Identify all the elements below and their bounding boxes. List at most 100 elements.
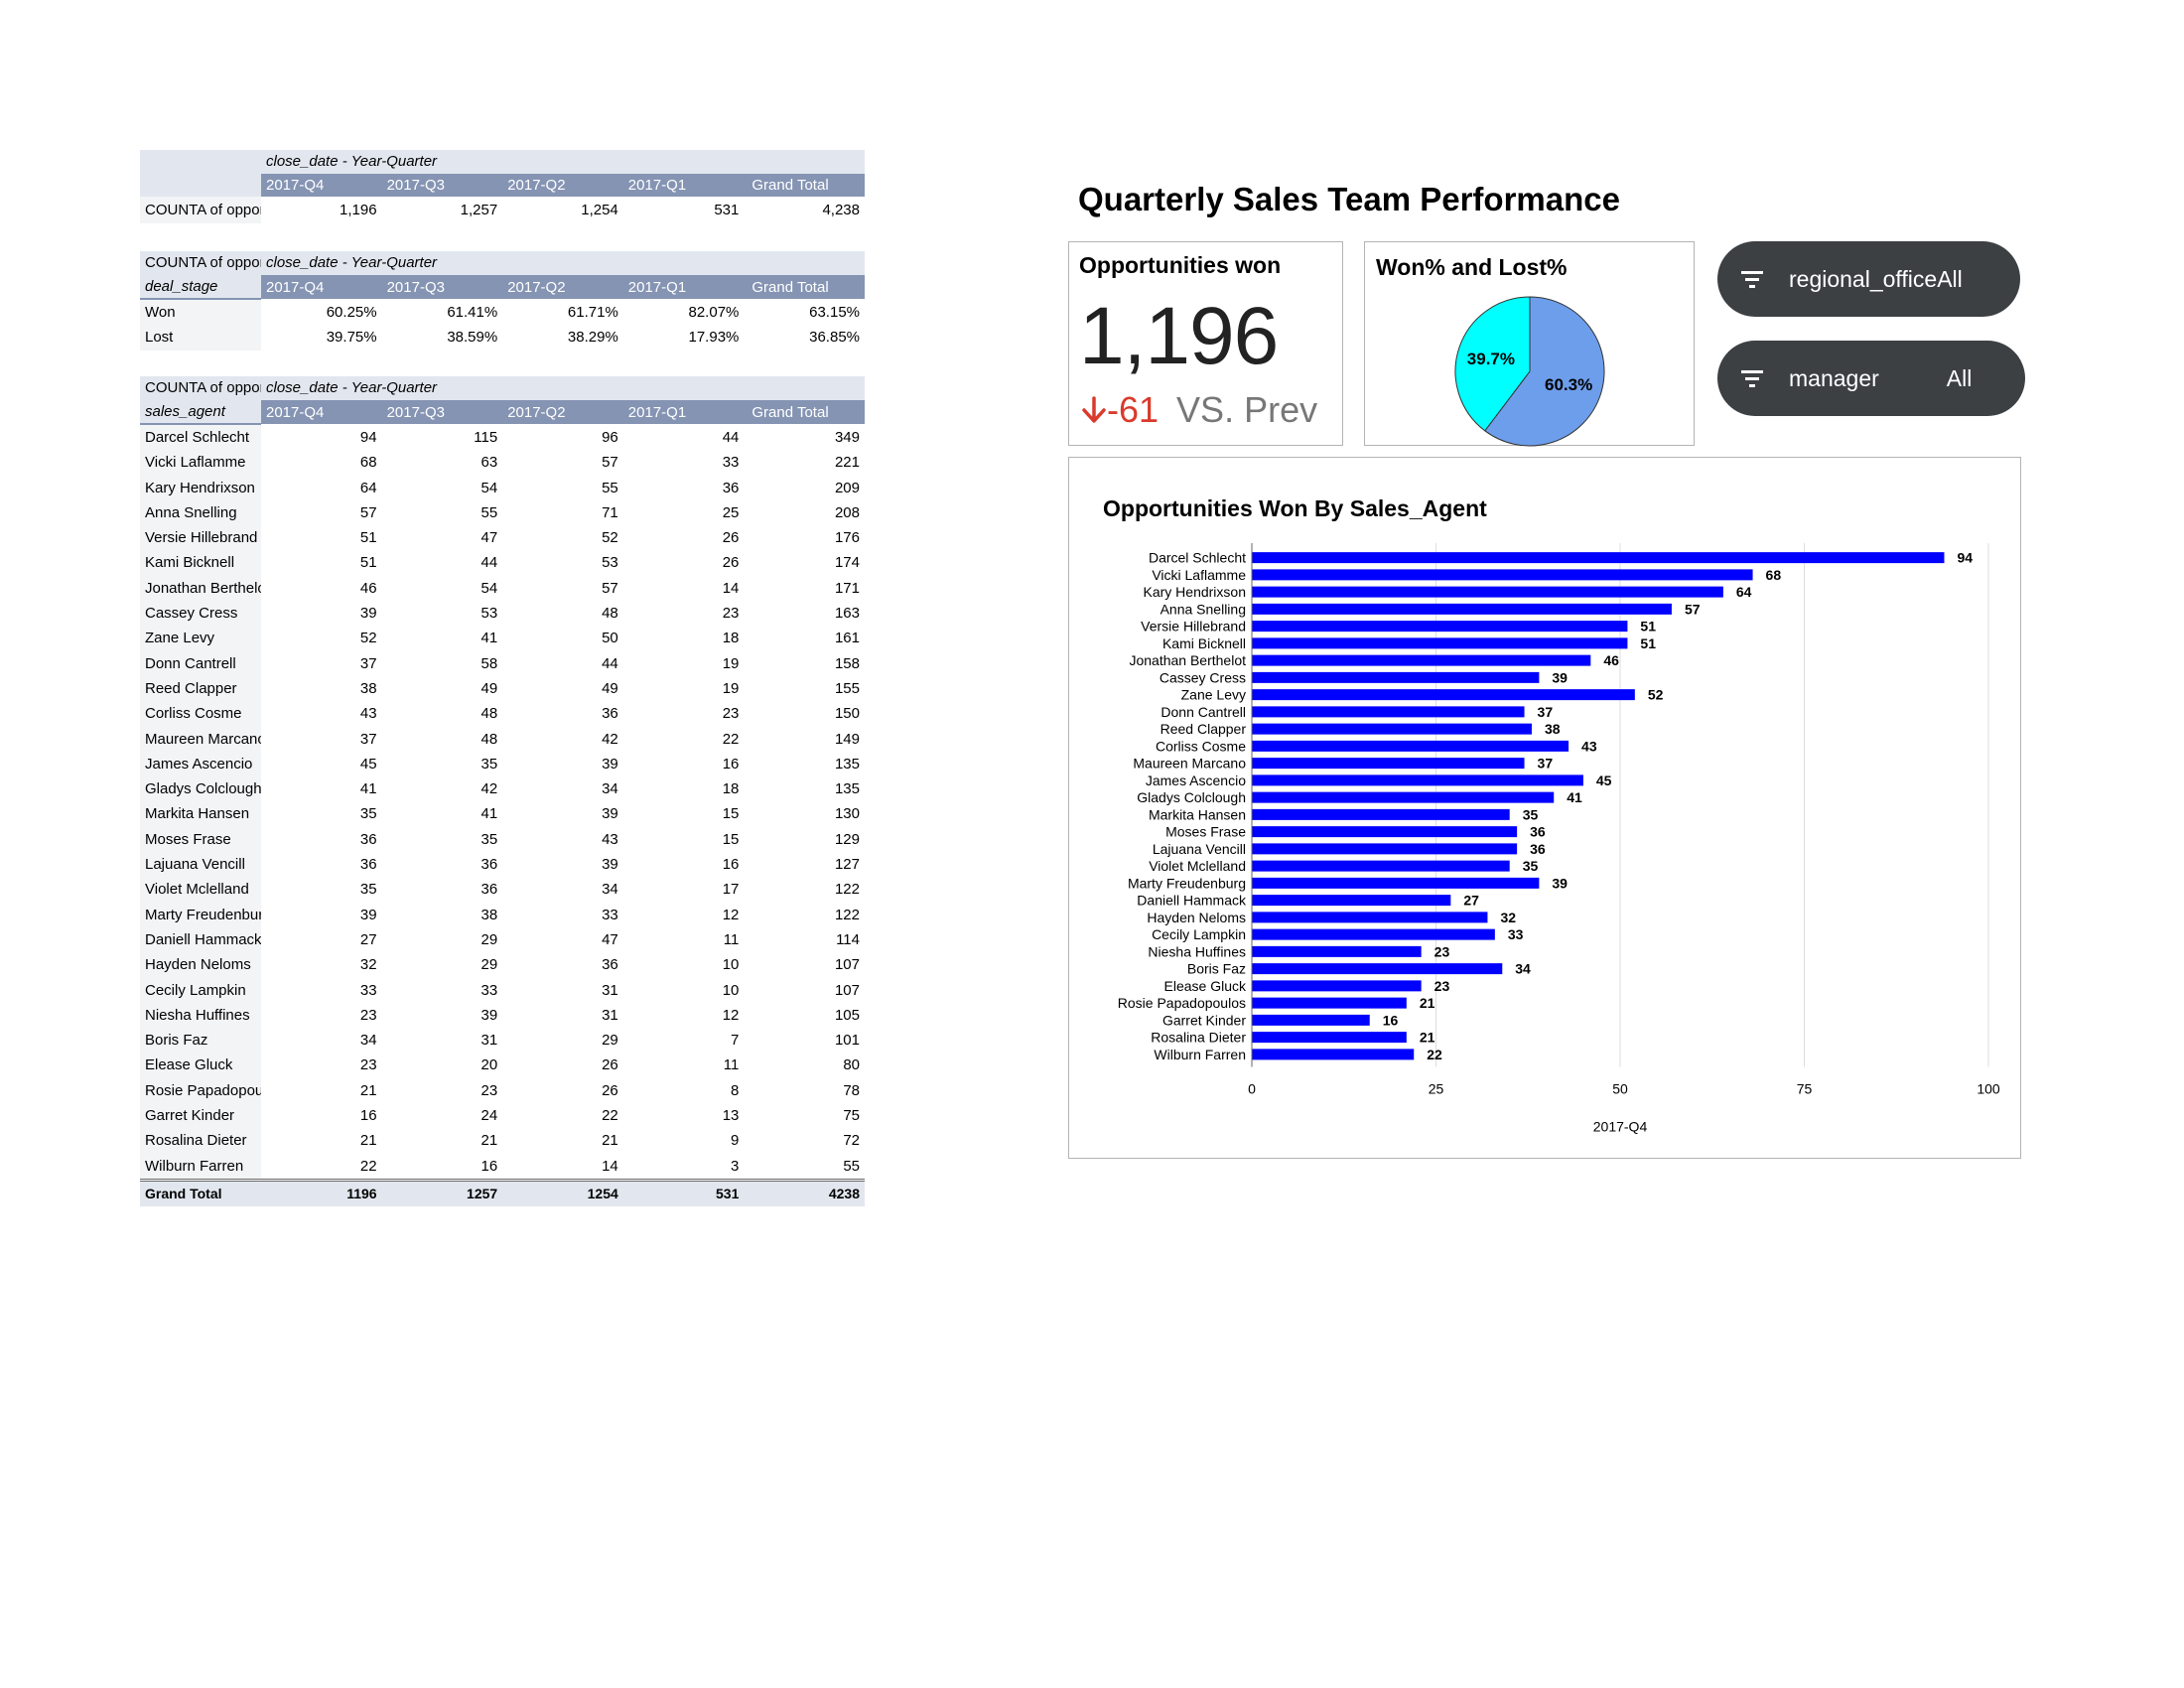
cell-value: 21 xyxy=(359,1081,377,1099)
cell-value: 13 xyxy=(722,1107,740,1125)
row-label: Cecily Lampkin xyxy=(140,977,261,1003)
cell-value: 29 xyxy=(480,956,498,974)
filter-name: regional_office xyxy=(1789,265,1938,292)
column-header: 2017-Q4 xyxy=(261,400,382,424)
x-tick-label: 100 xyxy=(1977,1081,2000,1097)
bar-data-label: 22 xyxy=(1427,1047,1442,1062)
cell-value: 57 xyxy=(602,579,618,597)
y-tick-label: Hayden Neloms xyxy=(1147,910,1246,925)
cell-value: 20 xyxy=(480,1056,498,1074)
bar xyxy=(1252,586,1723,598)
cell-value: 43 xyxy=(602,830,618,848)
cell-value: 60.25% xyxy=(326,303,377,321)
cell-value: 37 xyxy=(359,654,377,672)
filter-value: All xyxy=(1937,265,1963,292)
row-label: Kary Hendrixson xyxy=(140,475,261,500)
cell-value: 94 xyxy=(359,428,377,446)
cell-value: 10 xyxy=(722,956,740,974)
kpi-card: Opportunities won 1,196 -61 VS. Prev xyxy=(1068,241,1343,446)
bar xyxy=(1252,826,1518,838)
table-row: Corliss Cosme 43 48 36 23 150 xyxy=(140,701,865,727)
cell-value: 46 xyxy=(359,579,377,597)
cell-value: 17 xyxy=(722,881,740,899)
cell-value: 23 xyxy=(722,605,740,623)
row-label: Lost xyxy=(140,325,261,351)
cell-value: 127 xyxy=(834,856,860,874)
cell-value: 16 xyxy=(480,1157,498,1175)
bar-data-label: 38 xyxy=(1545,721,1561,737)
y-tick-label: Versie Hillebrand xyxy=(1141,619,1246,634)
y-tick-label: Cassey Cress xyxy=(1160,669,1246,685)
cell-value: 174 xyxy=(834,554,860,572)
kpi-delta: -61 VS. Prev xyxy=(1081,389,1317,431)
cell-value: 21 xyxy=(359,1132,377,1150)
cell-value: 33 xyxy=(722,454,740,472)
bar-data-label: 36 xyxy=(1530,824,1546,840)
table-row: Garret Kinder 16 24 22 13 75 xyxy=(140,1103,865,1129)
cell-value: 11 xyxy=(723,1056,740,1074)
x-tick-label: 75 xyxy=(1797,1081,1813,1097)
cell-value: 1196 xyxy=(261,1178,382,1206)
y-tick-label: Rosie Papadopoulos xyxy=(1118,995,1246,1011)
cell-value: 71 xyxy=(602,503,618,521)
row-label: Marty Freudenburg xyxy=(140,902,261,927)
cell-value: 25 xyxy=(722,503,740,521)
bar xyxy=(1252,912,1488,923)
bar xyxy=(1252,723,1532,735)
row-label: Moses Frase xyxy=(140,826,261,853)
won-lost-pie-chart: 60.3% 39.7% xyxy=(1454,296,1605,447)
cell-value: 39 xyxy=(359,605,377,623)
cell-value: 44 xyxy=(480,554,498,572)
bar xyxy=(1252,980,1422,992)
cell-value: 105 xyxy=(834,1006,860,1024)
bar-data-label: 64 xyxy=(1736,584,1752,600)
row-label: Won xyxy=(140,299,261,326)
table-row: Cecily Lampkin 33 33 31 10 107 xyxy=(140,977,865,1003)
cell-value: 29 xyxy=(480,930,498,948)
bar-data-label: 23 xyxy=(1434,978,1450,994)
bar xyxy=(1252,945,1422,957)
bar xyxy=(1252,706,1525,718)
bar-data-label: 35 xyxy=(1523,858,1539,874)
bar-data-label: 51 xyxy=(1640,635,1656,651)
kpi-delta-suffix: VS. Prev xyxy=(1176,389,1318,430)
bar-chart-card: Opportunities Won By Sales_Agent 0 25 50 75 1… xyxy=(1068,457,2021,1159)
cell-value: 12 xyxy=(722,1006,740,1024)
cell-value: 114 xyxy=(836,930,860,948)
cell-value: 38.59% xyxy=(447,329,498,347)
pivot-table-deal-stage: COUNTA of opportunity_id close_date - Ye… xyxy=(140,251,865,351)
y-tick-label: Vicki Laflamme xyxy=(1152,567,1246,583)
cell-value: 3 xyxy=(731,1157,740,1175)
cell-value: 53 xyxy=(480,605,498,623)
row-label: Maureen Marcano xyxy=(140,726,261,752)
cell-value: 16 xyxy=(359,1107,377,1125)
bar-data-label: 27 xyxy=(1463,893,1479,909)
bar xyxy=(1252,877,1540,889)
row-label: Violet Mclelland xyxy=(140,877,261,903)
cell-value: 39.75% xyxy=(326,329,377,347)
kpi-value: 1,196 xyxy=(1079,291,1279,381)
bar xyxy=(1252,552,1945,564)
cell-value: 21 xyxy=(602,1132,618,1150)
bar xyxy=(1252,860,1510,872)
row-label: Rosalina Dieter xyxy=(140,1128,261,1154)
cell-value: 4,238 xyxy=(822,201,860,218)
cell-value: 22 xyxy=(359,1157,377,1175)
table-row: Boris Faz 34 31 29 7 101 xyxy=(140,1028,865,1054)
cell-value: 55 xyxy=(602,479,618,496)
table-row: Markita Hansen 35 41 39 15 130 xyxy=(140,801,865,827)
table-row: Wilburn Farren 22 16 14 3 55 xyxy=(140,1153,865,1181)
y-tick-label: Zane Levy xyxy=(1181,687,1246,703)
chart-title: Opportunities Won By Sales_Agent xyxy=(1103,495,1487,521)
filter-manager[interactable]: manager All xyxy=(1717,341,2025,416)
cell-value: 44 xyxy=(722,428,740,446)
cell-value: 9 xyxy=(731,1132,740,1150)
table-row: Maureen Marcano 37 48 42 22 149 xyxy=(140,726,865,752)
filter-regional-office[interactable]: regional_office All xyxy=(1717,241,2020,317)
bar xyxy=(1252,758,1525,770)
row-label: Garret Kinder xyxy=(140,1103,261,1129)
cell-value: 37 xyxy=(359,730,377,748)
bar xyxy=(1252,963,1503,975)
cell-value: 33 xyxy=(602,906,618,923)
cell-value: 42 xyxy=(480,780,498,798)
